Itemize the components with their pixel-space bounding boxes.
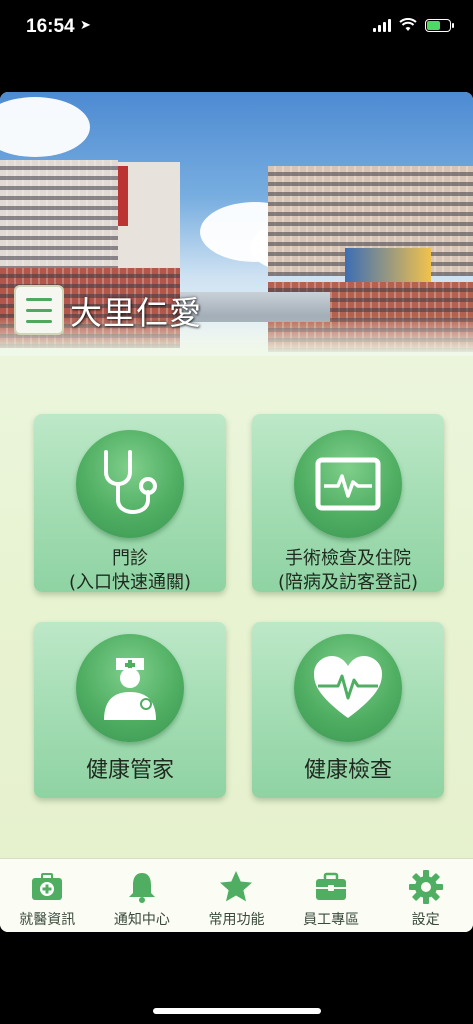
hospital-banner-image: 大里仁愛	[0, 92, 473, 356]
heart-monitor-icon	[294, 430, 402, 538]
app-screen: 大里仁愛 門診 (入口快速通關) 手術檢查及住院 (陪病及訪客登記) 健康管家 …	[0, 92, 473, 932]
status-time: 16:54	[26, 16, 75, 37]
tile-surgery-title: 手術檢查及住院	[285, 548, 411, 569]
tile-health-checkup-title: 健康檢查	[303, 758, 392, 783]
home-indicator[interactable]	[153, 1008, 321, 1014]
tab-staff-area-label: 員工專區	[303, 912, 360, 928]
tile-surgery-subtitle: (陪病及訪客登記)	[277, 572, 419, 593]
status-indicators	[373, 18, 454, 32]
tab-notifications-label: 通知中心	[113, 912, 170, 928]
wifi-icon	[399, 18, 417, 31]
heart-pulse-icon	[294, 634, 402, 742]
star-icon	[220, 871, 253, 902]
status-bar: 16:54 ➤	[0, 0, 473, 56]
briefcase-icon	[316, 872, 347, 900]
tab-settings[interactable]: 設定	[378, 859, 473, 932]
bottom-tab-bar: 就醫資訊 通知中心 常用功能 員工專區 設定	[0, 858, 473, 932]
tab-staff-area[interactable]: 員工專區	[284, 859, 379, 932]
stethoscope-icon	[76, 430, 184, 538]
tab-medical-info-label: 就醫資訊	[19, 912, 76, 928]
tab-favorites[interactable]: 常用功能	[189, 859, 284, 932]
tile-outpatient-title: 門診	[112, 548, 148, 569]
gear-icon	[408, 870, 443, 904]
tab-favorites-label: 常用功能	[208, 912, 265, 928]
tab-settings-label: 設定	[411, 912, 440, 928]
tile-surgery-inpatient[interactable]: 手術檢查及住院 (陪病及訪客登記)	[252, 414, 444, 593]
location-arrow-icon: ➤	[80, 18, 91, 33]
medical-kit-icon	[32, 873, 63, 900]
tile-outpatient-subtitle: (入口快速通關)	[68, 572, 192, 593]
doctor-icon	[76, 634, 184, 742]
tile-health-checkup[interactable]: 健康檢查	[252, 622, 444, 798]
hospital-name: 大里仁愛	[70, 294, 203, 332]
tile-outpatient[interactable]: 門診 (入口快速通關)	[34, 414, 226, 593]
cellular-signal-icon	[373, 18, 391, 32]
tab-notifications[interactable]: 通知中心	[95, 859, 190, 932]
menu-button[interactable]	[14, 285, 64, 335]
tile-health-manager-title: 健康管家	[85, 758, 174, 783]
tab-medical-info[interactable]: 就醫資訊	[0, 859, 95, 932]
tile-health-manager[interactable]: 健康管家	[34, 622, 226, 798]
battery-icon	[425, 18, 454, 32]
bell-icon	[128, 873, 155, 903]
